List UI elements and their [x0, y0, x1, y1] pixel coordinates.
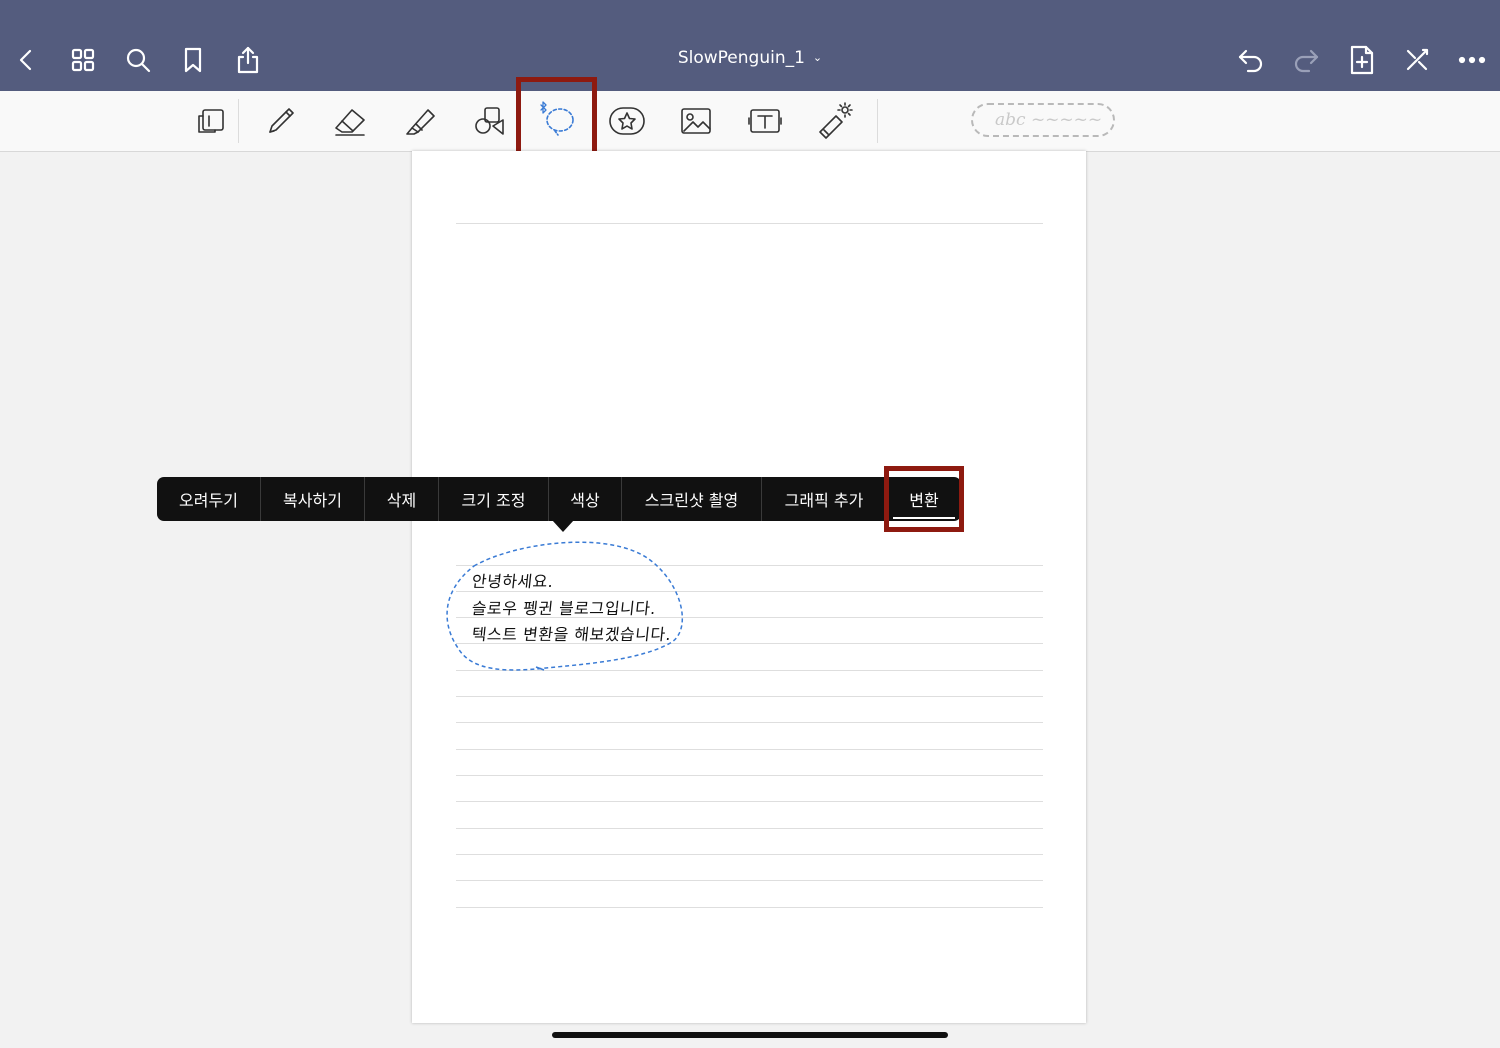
- eraser-icon[interactable]: [328, 99, 372, 143]
- handwritten-line: 텍스트 변환을 해보겠습니다.: [470, 625, 673, 644]
- document-title-text: SlowPenguin_1: [677, 48, 805, 68]
- ruled-line: [456, 801, 1043, 802]
- ruled-line: [456, 223, 1043, 224]
- selection-context-menu: 오려두기 복사하기 삭제 크기 조정 색상 스크린샷 촬영 그래픽 추가 변환: [157, 477, 961, 521]
- redo-icon[interactable]: [1286, 40, 1326, 80]
- text-box-icon[interactable]: [743, 99, 787, 143]
- chevron-down-icon: ⌄: [812, 51, 823, 64]
- add-page-icon[interactable]: [1342, 40, 1382, 80]
- menu-item-copy[interactable]: 복사하기: [261, 477, 365, 521]
- close-pen-icon[interactable]: [1397, 40, 1437, 80]
- pen-icon[interactable]: [259, 99, 303, 143]
- ruled-line: [456, 696, 1043, 697]
- home-indicator[interactable]: [552, 1032, 948, 1038]
- more-icon[interactable]: [1452, 40, 1492, 80]
- tool-bar: [0, 91, 1500, 152]
- toolbar-divider: [238, 99, 239, 143]
- ruled-line: [456, 907, 1043, 908]
- toolbar-divider: [877, 99, 878, 143]
- menu-item-screenshot[interactable]: 스크린샷 촬영: [622, 477, 762, 521]
- menu-item-color[interactable]: 색상: [549, 477, 622, 521]
- laser-pointer-icon[interactable]: [812, 99, 856, 143]
- menu-item-delete[interactable]: 삭제: [365, 477, 439, 521]
- context-menu-pointer: [552, 520, 574, 532]
- image-icon[interactable]: [674, 99, 718, 143]
- shapes-icon[interactable]: [467, 99, 511, 143]
- top-navigation-bar: SlowPenguin_1 ⌄: [0, 0, 1500, 91]
- sticker-icon[interactable]: [605, 99, 649, 143]
- ruled-line: [456, 749, 1043, 750]
- undo-icon[interactable]: [1231, 40, 1271, 80]
- menu-item-add-graphic[interactable]: 그래픽 추가: [762, 477, 887, 521]
- ruled-line: [456, 775, 1043, 776]
- document-title[interactable]: SlowPenguin_1 ⌄: [0, 48, 1500, 68]
- handwriting-style-pill[interactable]: abc ~~~~~: [971, 103, 1115, 137]
- handwritten-line: 슬로우 펭귄 블로그입니다.: [470, 599, 658, 618]
- menu-item-resize[interactable]: 크기 조정: [439, 477, 549, 521]
- convert-highlight-box: [884, 466, 964, 532]
- highlighter-icon[interactable]: [398, 99, 442, 143]
- page-view-icon[interactable]: [189, 99, 233, 143]
- menu-item-cut[interactable]: 오려두기: [157, 477, 261, 521]
- handwriting-style-label: abc ~~~~~: [995, 110, 1103, 130]
- ruled-line: [456, 722, 1043, 723]
- ruled-line: [456, 854, 1043, 855]
- ruled-line: [456, 880, 1043, 881]
- handwritten-line: 안녕하세요.: [470, 572, 555, 591]
- ruled-line: [456, 828, 1043, 829]
